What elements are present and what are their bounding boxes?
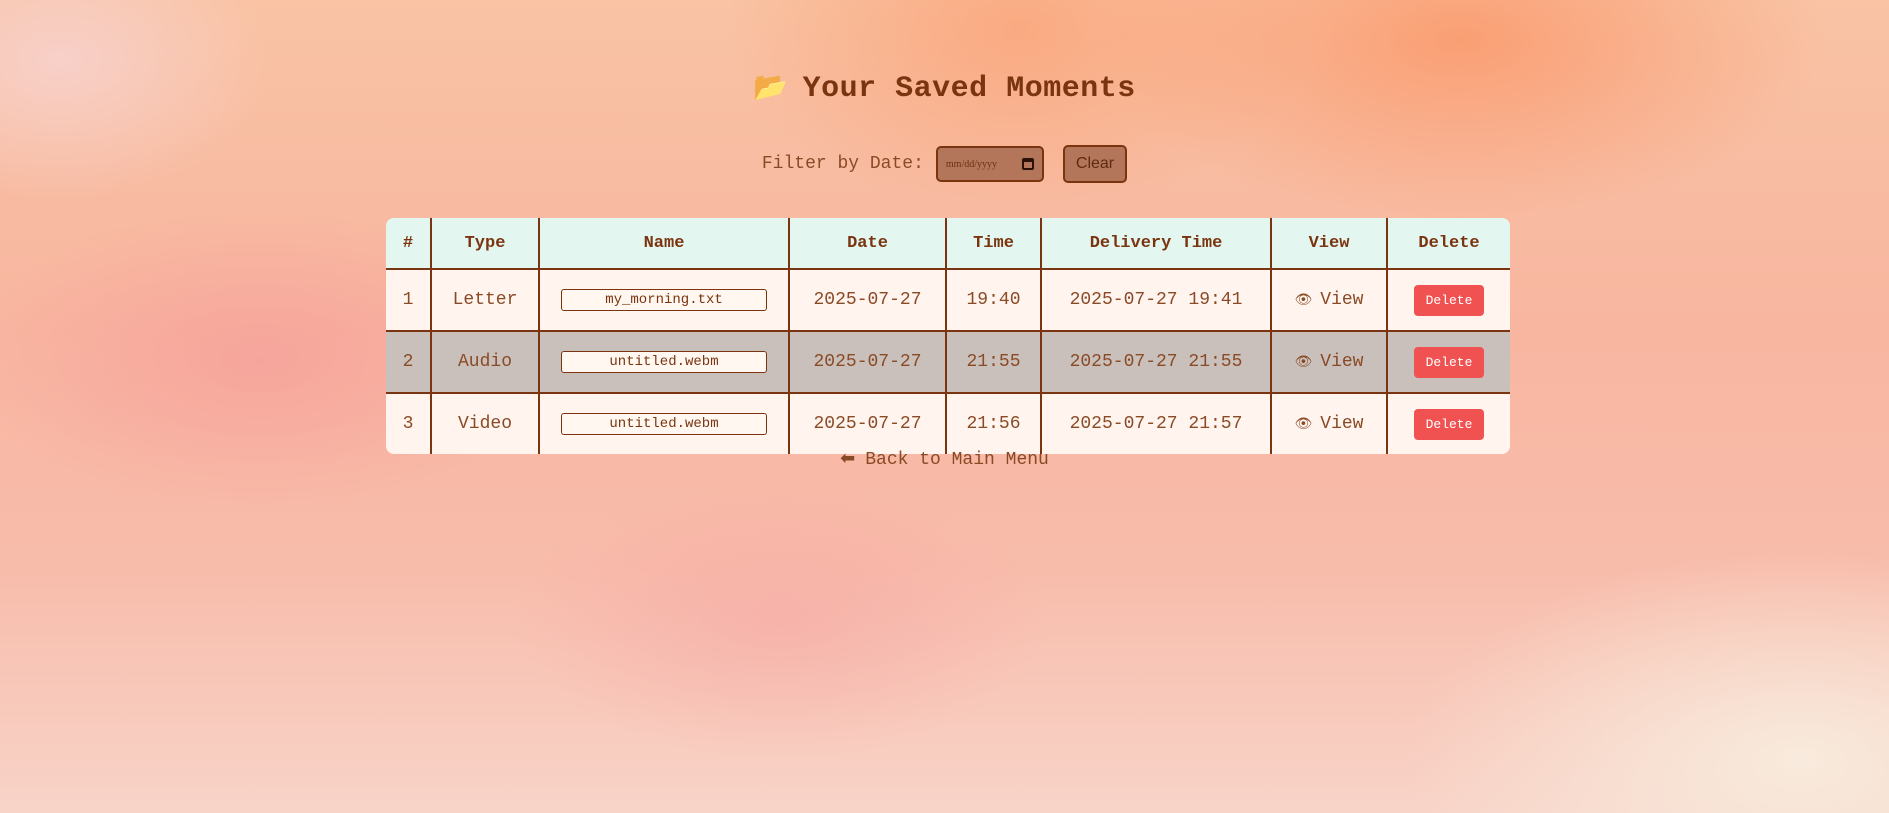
- row-type: Video: [430, 392, 539, 454]
- row-delete-cell: Delete: [1386, 330, 1510, 393]
- table-row: 3 Video untitled.webm 2025-07-27 21:56 2…: [386, 392, 1510, 454]
- row-time: 21:56: [945, 392, 1041, 454]
- row-number: 2: [386, 330, 431, 393]
- eye-icon: 👁: [1294, 292, 1313, 308]
- page-title-text: Your Saved Moments: [802, 72, 1136, 106]
- delete-button[interactable]: Delete: [1413, 346, 1485, 378]
- page-title: 📂 Your Saved Moments: [0, 70, 1889, 106]
- row-type: Letter: [430, 269, 539, 331]
- row-delivery-time: 2025-07-27 21:55: [1040, 330, 1271, 393]
- row-name-cell: untitled.webm: [538, 330, 789, 393]
- view-label: View: [1320, 290, 1364, 310]
- row-time: 21:55: [945, 330, 1041, 393]
- header-date: Date: [788, 218, 946, 270]
- delete-button[interactable]: Delete: [1413, 408, 1485, 440]
- view-label: View: [1320, 352, 1364, 372]
- eye-icon: 👁: [1294, 354, 1313, 370]
- back-label: Back to Main Menu: [865, 450, 1049, 470]
- header-delete: Delete: [1386, 218, 1510, 270]
- header-delivery-time: Delivery Time: [1040, 218, 1271, 270]
- row-date: 2025-07-27: [788, 269, 946, 331]
- table-row: 1 Letter my_morning.txt 2025-07-27 19:40…: [386, 269, 1510, 331]
- header-type: Type: [430, 218, 539, 270]
- date-placeholder: mm/dd/yyyy: [945, 158, 998, 170]
- view-button[interactable]: 👁 View: [1295, 352, 1364, 372]
- date-filter-input[interactable]: mm/dd/yyyy: [935, 146, 1044, 182]
- row-delete-cell: Delete: [1386, 392, 1510, 454]
- calendar-icon[interactable]: [1021, 158, 1034, 170]
- moments-table: # Type Name Date Time Delivery Time View…: [386, 218, 1510, 454]
- filter-bar: Filter by Date: mm/dd/yyyy Clear: [0, 144, 1889, 184]
- row-date: 2025-07-27: [788, 330, 946, 393]
- row-name-cell: my_morning.txt: [538, 269, 789, 331]
- row-delete-cell: Delete: [1386, 269, 1510, 331]
- row-delivery-time: 2025-07-27 19:41: [1040, 269, 1271, 331]
- delete-button[interactable]: Delete: [1413, 284, 1485, 316]
- header-number: #: [386, 218, 431, 270]
- row-name-cell: untitled.webm: [538, 392, 789, 454]
- file-name-field[interactable]: untitled.webm: [561, 413, 767, 435]
- back-arrow-icon: ⬅: [840, 448, 856, 469]
- back-to-main-menu-link[interactable]: ⬅ Back to Main Menu: [0, 448, 1889, 470]
- folder-icon: 📂: [753, 70, 789, 103]
- view-button[interactable]: 👁 View: [1295, 414, 1364, 434]
- view-button[interactable]: 👁 View: [1295, 290, 1364, 310]
- row-view-cell: 👁 View: [1270, 269, 1387, 331]
- row-number: 3: [386, 392, 431, 454]
- view-label: View: [1320, 414, 1364, 434]
- row-delivery-time: 2025-07-27 21:57: [1040, 392, 1271, 454]
- file-name-field[interactable]: my_morning.txt: [561, 289, 767, 311]
- row-time: 19:40: [945, 269, 1041, 331]
- table-row: 2 Audio untitled.webm 2025-07-27 21:55 2…: [386, 330, 1510, 393]
- clear-button[interactable]: Clear: [1062, 145, 1128, 183]
- row-type: Audio: [430, 330, 539, 393]
- row-view-cell: 👁 View: [1270, 392, 1387, 454]
- header-time: Time: [945, 218, 1041, 270]
- eye-icon: 👁: [1294, 416, 1313, 432]
- file-name-field[interactable]: untitled.webm: [561, 351, 767, 373]
- table-header-row: # Type Name Date Time Delivery Time View…: [386, 218, 1510, 270]
- header-name: Name: [538, 218, 789, 270]
- row-date: 2025-07-27: [788, 392, 946, 454]
- filter-label: Filter by Date:: [761, 154, 924, 174]
- header-view: View: [1270, 218, 1387, 270]
- row-number: 1: [402, 290, 414, 310]
- row-view-cell: 👁 View: [1270, 330, 1387, 393]
